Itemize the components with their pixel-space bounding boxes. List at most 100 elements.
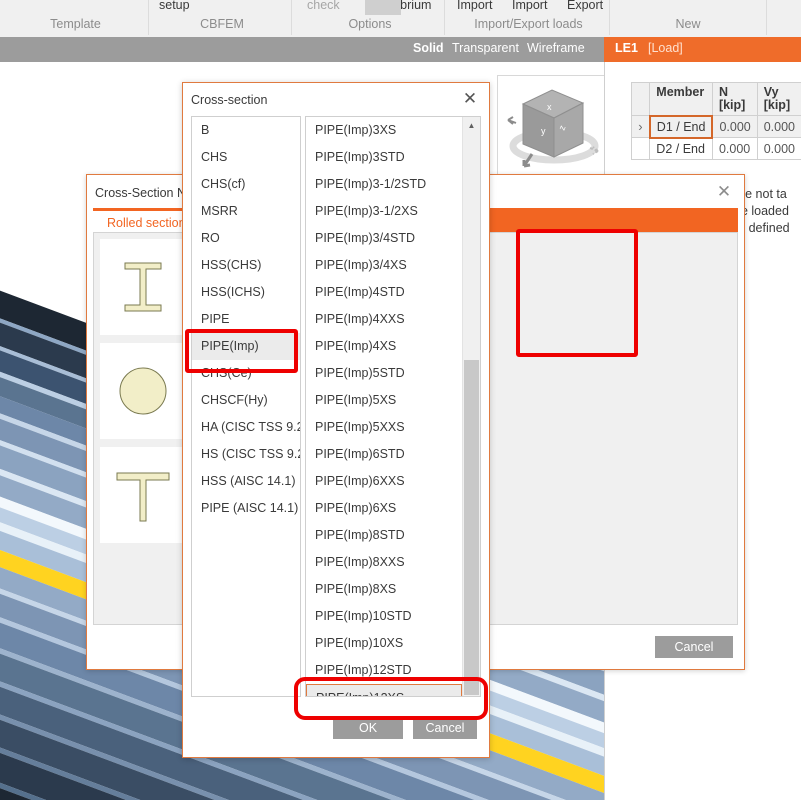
ribbon-toolbar: setupcheckequilibriumImportImportExport … [0, 0, 801, 38]
section-item-pipe-imp-8xs[interactable]: PIPE(Imp)8XS [306, 576, 462, 603]
navigator-cancel-button[interactable]: Cancel [655, 636, 733, 658]
cancel-button[interactable]: Cancel [413, 717, 477, 739]
shape-cell-i-section[interactable] [100, 239, 186, 335]
table-row[interactable]: D2 / End0.0000.000 [632, 138, 801, 160]
ribbon-group-import-export-loads: Import/Export loads [448, 17, 609, 31]
family-item-hss-ichs-[interactable]: HSS(ICHS) [192, 279, 300, 306]
section-item-pipe-imp-3-1-2xs[interactable]: PIPE(Imp)3-1/2XS [306, 198, 462, 225]
table-row[interactable]: ›D1 / End0.0000.000 [632, 116, 801, 138]
view-cube-icon: x y z [498, 76, 606, 178]
section-item-pipe-imp-5std[interactable]: PIPE(Imp)5STD [306, 360, 462, 387]
ribbon-divider [609, 0, 610, 35]
section-item-pipe-imp-3xs[interactable]: PIPE(Imp)3XS [306, 117, 462, 144]
app-window: setupcheckequilibriumImportImportExport … [0, 0, 801, 800]
ribbon-command-import-4[interactable]: Import [512, 0, 547, 12]
close-icon[interactable]: ✕ [460, 89, 480, 109]
section-item-pipe-imp-8xxs[interactable]: PIPE(Imp)8XXS [306, 549, 462, 576]
view-mode-solid[interactable]: Solid [413, 41, 444, 55]
circle-solid-icon [100, 343, 186, 439]
view-mode-transparent[interactable]: Transparent [452, 41, 519, 55]
row-marker: › [632, 116, 650, 138]
shape-cell-tee-section[interactable] [100, 447, 186, 543]
section-item-pipe-imp-12std[interactable]: PIPE(Imp)12STD [306, 657, 462, 684]
family-item-ha-cisc-tss-9-2-[interactable]: HA (CISC TSS 9.2) [192, 414, 300, 441]
family-item-pipe[interactable]: PIPE [192, 306, 300, 333]
section-item-pipe-imp-3std[interactable]: PIPE(Imp)3STD [306, 144, 462, 171]
load-effect-tab-le1[interactable]: LE1 [Load] [604, 37, 801, 62]
ribbon-command-setup-0[interactable]: setup [159, 0, 190, 12]
section-item-pipe-imp-6std[interactable]: PIPE(Imp)6STD [306, 441, 462, 468]
ribbon-command-export-5[interactable]: Export [567, 0, 603, 12]
navigator-title: Cross-Section Na [95, 186, 193, 200]
loads-table-element: Member N [kip] Vy [kip] ›D1 / End0.0000.… [631, 82, 801, 160]
tee-section-icon [100, 447, 186, 543]
ribbon-group-template: Template [3, 17, 148, 31]
section-item-pipe-imp-10xs[interactable]: PIPE(Imp)10XS [306, 630, 462, 657]
cell-member[interactable]: D2 / End [650, 138, 713, 160]
scroll-up-arrow-icon[interactable]: ▲ [463, 117, 480, 134]
ribbon-group-new: New [613, 17, 763, 31]
family-item-pipe-aisc-14-1-[interactable]: PIPE (AISC 14.1) [192, 495, 300, 522]
svg-text:x: x [547, 102, 552, 112]
ribbon-divider [444, 0, 445, 35]
section-family-list[interactable]: BCHSCHS(cf)MSRRROHSS(CHS)HSS(ICHS)PIPEPI… [191, 116, 301, 697]
ok-button[interactable]: OK [333, 717, 403, 739]
family-item-pipe-imp-[interactable]: PIPE(Imp) [192, 333, 300, 360]
family-item-ro[interactable]: RO [192, 225, 300, 252]
cross-section-dialog: Cross-section ✕ BCHSCHS(cf)MSRRROHSS(CHS… [182, 82, 490, 758]
row-marker-header [632, 83, 650, 116]
cell-vy-value[interactable]: 0.000 [757, 138, 801, 160]
close-icon[interactable]: ✕ [714, 182, 734, 202]
load-effect-state: [Load] [648, 41, 683, 55]
view-mode-wireframe[interactable]: Wireframe [527, 41, 585, 55]
ribbon-command-import-3[interactable]: Import [457, 0, 492, 12]
section-item-pipe-imp-4std[interactable]: PIPE(Imp)4STD [306, 279, 462, 306]
family-item-msrr[interactable]: MSRR [192, 198, 300, 225]
load-effect-name: LE1 [615, 41, 638, 55]
section-item-pipe-imp-6xs[interactable]: PIPE(Imp)6XS [306, 495, 462, 522]
cell-n-value[interactable]: 0.000 [712, 138, 757, 160]
cell-n-value[interactable]: 0.000 [712, 116, 757, 138]
family-item-chscf-hy-[interactable]: CHSCF(Hy) [192, 387, 300, 414]
family-item-chs[interactable]: CHS [192, 144, 300, 171]
scrollbar-thumb[interactable] [464, 360, 479, 695]
cross-section-dialog-footer: OK Cancel [183, 699, 489, 757]
family-item-chs-ce-[interactable]: CHS(Ce) [192, 360, 300, 387]
section-item-pipe-imp-8std[interactable]: PIPE(Imp)8STD [306, 522, 462, 549]
col-header-vy-unit: [kip] [764, 99, 795, 112]
family-item-hs-cisc-tss-9-2-[interactable]: HS (CISC TSS 9.2) [192, 441, 300, 468]
section-item-pipe-imp-3-4std[interactable]: PIPE(Imp)3/4STD [306, 225, 462, 252]
ribbon-group-options: Options [295, 17, 445, 31]
family-item-chs-cf-[interactable]: CHS(cf) [192, 171, 300, 198]
section-list-scrollbar[interactable]: ▲ [462, 117, 480, 696]
cell-vy-value[interactable]: 0.000 [757, 116, 801, 138]
family-item-hss-chs-[interactable]: HSS(CHS) [192, 252, 300, 279]
table-header-row: Member N [kip] Vy [kip] [632, 83, 801, 116]
col-header-n-unit: [kip] [719, 99, 751, 112]
row-marker [632, 138, 650, 160]
svg-text:y: y [541, 126, 546, 136]
section-item-pipe-imp-5xxs[interactable]: PIPE(Imp)5XXS [306, 414, 462, 441]
shape-cell-circle-solid[interactable] [100, 343, 186, 439]
section-item-pipe-imp-10std[interactable]: PIPE(Imp)10STD [306, 603, 462, 630]
col-header-vy: Vy [kip] [757, 83, 801, 116]
family-item-b[interactable]: B [192, 117, 300, 144]
section-item-pipe-imp-3-1-2std[interactable]: PIPE(Imp)3-1/2STD [306, 171, 462, 198]
section-name-list[interactable]: PIPE(Imp)3XSPIPE(Imp)3STDPIPE(Imp)3-1/2S… [305, 116, 481, 697]
ribbon-command-check-1[interactable]: check [307, 0, 340, 12]
section-item-pipe-imp-6xxs[interactable]: PIPE(Imp)6XXS [306, 468, 462, 495]
cell-member[interactable]: D1 / End [650, 116, 713, 138]
ribbon-group-cbfem: CBFEM [152, 17, 292, 31]
section-item-pipe-imp-5xs[interactable]: PIPE(Imp)5XS [306, 387, 462, 414]
ribbon-divider [148, 0, 149, 35]
section-item-pipe-imp-3-4xs[interactable]: PIPE(Imp)3/4XS [306, 252, 462, 279]
view-cube-widget[interactable]: x y z [497, 75, 609, 181]
section-item-pipe-imp-12xs[interactable]: PIPE(Imp)12XS [306, 684, 462, 697]
section-item-pipe-imp-4xxs[interactable]: PIPE(Imp)4XXS [306, 306, 462, 333]
cross-section-dialog-title: Cross-section [191, 93, 267, 107]
col-header-member: Member [650, 83, 713, 116]
family-item-hss-aisc-14-1-[interactable]: HSS (AISC 14.1) [192, 468, 300, 495]
ribbon-placeholder-box [365, 0, 401, 15]
loads-table[interactable]: Member N [kip] Vy [kip] ›D1 / End0.0000.… [631, 82, 801, 160]
section-item-pipe-imp-4xs[interactable]: PIPE(Imp)4XS [306, 333, 462, 360]
